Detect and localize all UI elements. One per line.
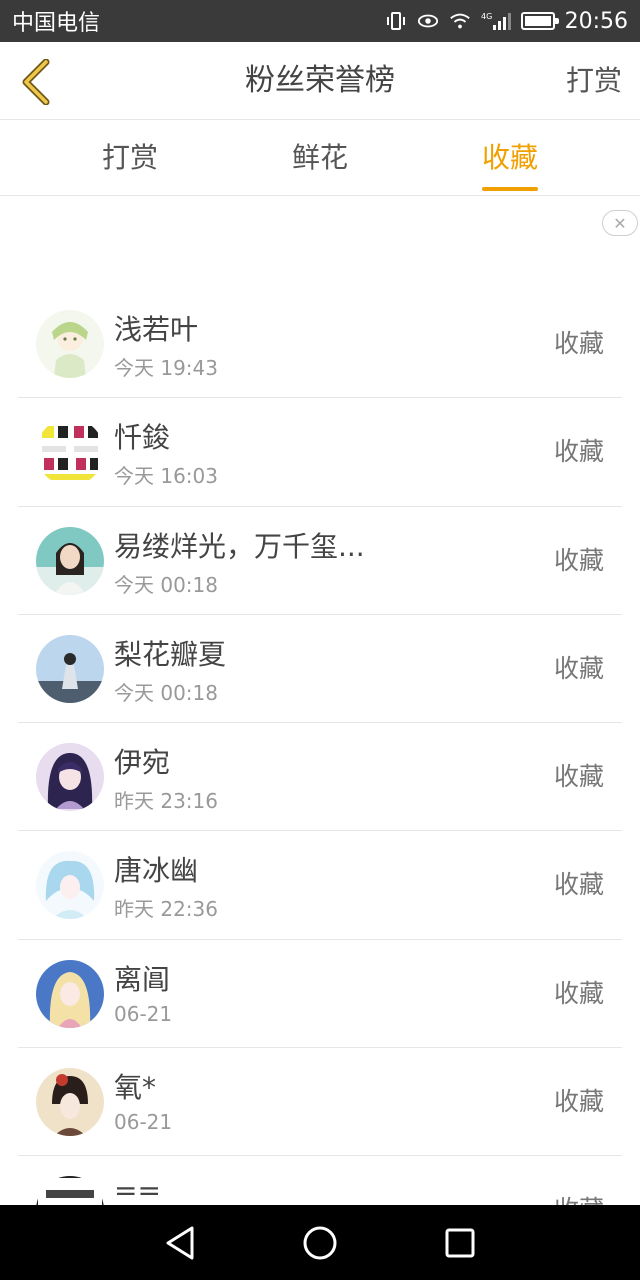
avatar <box>36 418 104 487</box>
page-title: 粉丝荣誉榜 <box>245 63 395 98</box>
fan-time: 昨天 23:16 <box>114 789 218 814</box>
vibrate-icon <box>385 11 407 31</box>
list-item[interactable]: 易缕烊光，万千玺... 今天 00:18 收藏 <box>18 507 622 615</box>
clock-label: 20:56 <box>564 8 628 34</box>
tab-tip[interactable]: 打赏 <box>35 120 225 195</box>
chevron-left-icon <box>22 59 50 105</box>
avatar <box>36 851 104 920</box>
fan-time: 06-21 <box>114 1110 173 1135</box>
fan-time: 今天 00:18 <box>114 680 218 705</box>
avatar <box>36 310 104 378</box>
wifi-icon <box>449 11 471 31</box>
fan-action: 收藏 <box>553 653 604 683</box>
system-back-button[interactable] <box>158 1221 202 1265</box>
avatar <box>36 959 104 1028</box>
system-nav-bar <box>0 1205 640 1280</box>
fan-name: 忏鋑 <box>114 421 171 455</box>
fan-time: 昨天 22:36 <box>114 897 218 922</box>
ad-close-button[interactable]: ✕ <box>602 210 638 236</box>
back-button[interactable] <box>14 56 58 108</box>
fan-time: 今天 19:43 <box>114 356 218 380</box>
fan-name: 伊宛 <box>114 746 171 780</box>
fan-name: == <box>114 1174 161 1208</box>
avatar <box>36 1068 104 1137</box>
list-item[interactable]: 浅若叶 今天 19:43 收藏 <box>18 290 622 399</box>
list-item[interactable]: 伊宛 昨天 23:16 收藏 <box>18 723 622 832</box>
fan-action: 收藏 <box>553 1087 604 1117</box>
avatar <box>36 526 104 595</box>
list-item[interactable]: 唐冰幽 昨天 22:36 收藏 <box>18 831 622 940</box>
fan-action: 收藏 <box>553 545 604 575</box>
list-item[interactable]: 忏鋑 今天 16:03 收藏 <box>18 398 622 507</box>
tab-favorites[interactable]: 收藏 <box>415 120 605 195</box>
system-home-button[interactable] <box>298 1221 342 1265</box>
tip-button[interactable]: 打赏 <box>566 42 622 120</box>
fan-action: 收藏 <box>553 762 604 792</box>
fan-action: 收藏 <box>553 978 604 1008</box>
avatar <box>36 634 104 703</box>
tab-bar: 打赏 鲜花 收藏 <box>0 120 640 196</box>
triangle-back-icon <box>166 1226 194 1259</box>
battery-icon <box>520 12 559 30</box>
avatar <box>36 743 104 812</box>
fan-time: 今天 16:03 <box>114 464 218 489</box>
list-item[interactable]: 氧* 06-21 收藏 <box>18 1048 622 1157</box>
carrier-label: 中国电信 <box>12 11 101 36</box>
fan-list: 浅若叶 今天 19:43 收藏 忏鋑 今天 16:03 收藏 易缕烊光，万千玺.… <box>0 290 640 1265</box>
status-icons: 4G 20:56 <box>385 9 628 34</box>
fan-name: 梨花瓣夏 <box>114 637 227 671</box>
fan-time: 今天 00:18 <box>114 572 218 597</box>
system-recents-button[interactable] <box>438 1221 482 1265</box>
signal-icon: 4G <box>481 11 511 31</box>
circle-home-icon <box>303 1226 337 1259</box>
list-item[interactable]: 离阊 06-21 收藏 <box>18 940 622 1049</box>
square-recents-icon <box>445 1228 475 1257</box>
fan-time: 06-21 <box>114 1001 173 1026</box>
list-item[interactable]: 梨花瓣夏 今天 00:18 收藏 <box>18 615 622 724</box>
fan-name: 易缕烊光，万千玺... <box>114 529 365 563</box>
close-icon: ✕ <box>613 213 627 233</box>
fan-action: 收藏 <box>553 437 604 467</box>
status-bar: 中国电信 4G 20:56 <box>0 0 640 42</box>
tab-flowers[interactable]: 鲜花 <box>225 120 415 195</box>
eye-icon <box>417 11 439 31</box>
battery-fill <box>524 16 551 26</box>
fan-name: 氧* <box>114 1071 157 1105</box>
network-type-label: 4G <box>481 12 492 21</box>
fan-name: 浅若叶 <box>114 313 199 346</box>
nav-bar: 粉丝荣誉榜 打赏 <box>0 42 640 120</box>
fan-action: 收藏 <box>553 870 604 900</box>
fan-name: 唐冰幽 <box>114 854 199 888</box>
fan-name: 离阊 <box>114 962 171 996</box>
fan-action: 收藏 <box>553 329 604 358</box>
